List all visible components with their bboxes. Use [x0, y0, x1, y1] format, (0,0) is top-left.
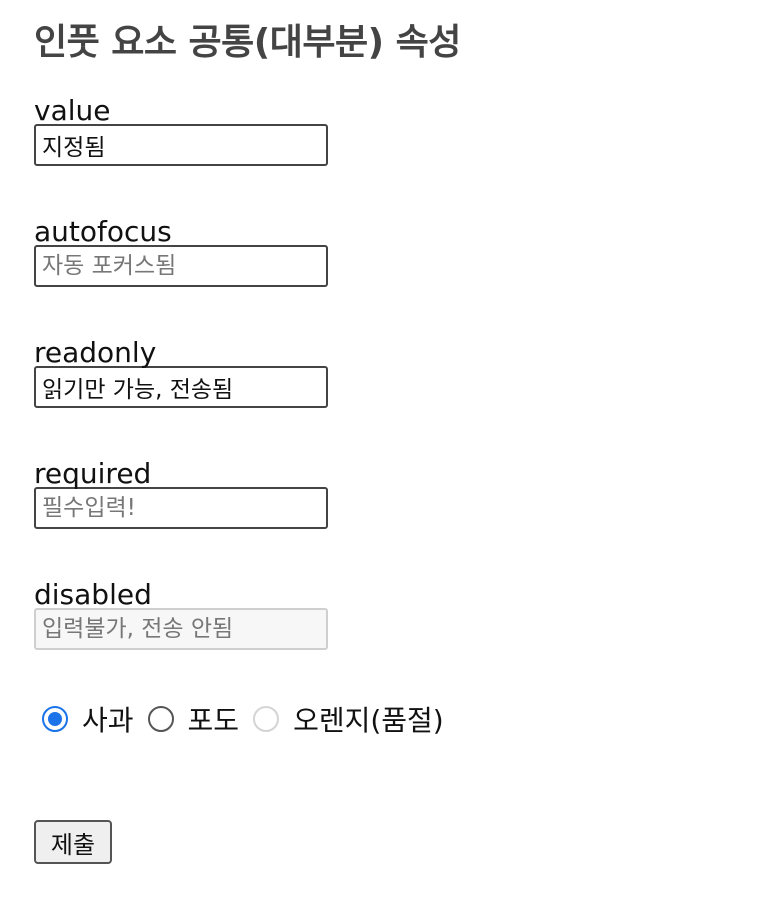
field-required: required [34, 457, 328, 529]
radio-apple-button[interactable] [42, 706, 68, 732]
readonly-label: readonly [34, 336, 157, 369]
radio-orange-button [253, 706, 280, 732]
radio-orange-label: 오렌지(품절) [293, 704, 444, 737]
radio-grape[interactable]: 포도 [147, 699, 240, 739]
autofocus-input[interactable] [34, 245, 328, 287]
readonly-input[interactable] [34, 366, 328, 408]
page-title: 인풋 요소 공통(대부분) 속성 [34, 22, 461, 63]
disabled-label: disabled [34, 578, 152, 611]
submit-button[interactable]: 제출 [34, 820, 112, 864]
field-disabled: disabled [34, 578, 328, 650]
field-autofocus: autofocus [34, 215, 328, 287]
value-label: value [34, 94, 111, 127]
form-page: 인풋 요소 공통(대부분) 속성 value autofocus readonl… [34, 20, 734, 864]
value-input[interactable] [34, 124, 328, 166]
field-value: value [34, 94, 328, 166]
autofocus-label: autofocus [34, 215, 172, 248]
radio-grape-label[interactable]: 포도 [188, 699, 240, 739]
required-label: required [34, 457, 152, 490]
fruit-radio-group: 사과 포도 오렌지(품절) [42, 700, 458, 738]
radio-orange: 오렌지(품절) [253, 699, 444, 739]
field-readonly: readonly [34, 336, 328, 408]
required-input[interactable] [34, 487, 328, 529]
radio-grape-button[interactable] [147, 706, 174, 732]
radio-apple[interactable]: 사과 [42, 699, 134, 739]
radio-apple-label[interactable]: 사과 [82, 699, 134, 739]
disabled-input [34, 608, 328, 650]
